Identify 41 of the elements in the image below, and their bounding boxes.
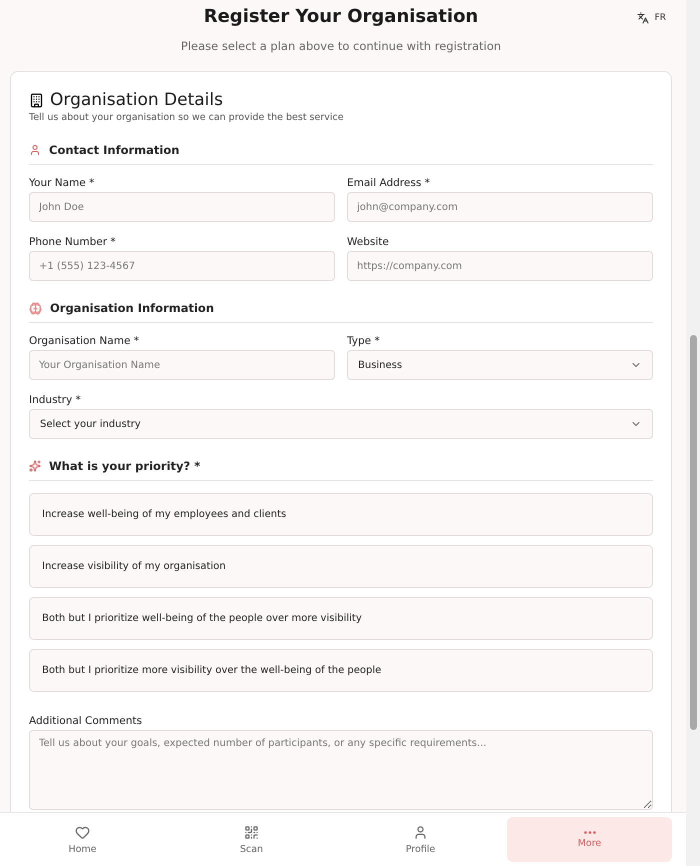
sparkle-icon bbox=[29, 460, 41, 472]
section-title: Organisation Information bbox=[50, 301, 214, 315]
input-field[interactable]: +1 (555) 123-4567 bbox=[29, 251, 335, 281]
field-label: Industry * bbox=[29, 394, 82, 406]
nav-tab[interactable]: Profile bbox=[338, 817, 503, 862]
scrollbar-thumb[interactable] bbox=[690, 335, 696, 730]
page-subtitle: Please select a plan above to continue with registration bbox=[180, 39, 502, 53]
section-title: What is your priority? * bbox=[49, 459, 200, 473]
profile-icon bbox=[413, 824, 428, 840]
language-button[interactable]: FR bbox=[636, 12, 666, 24]
page-title: Register Your Organisation bbox=[204, 6, 478, 27]
field-label: Website bbox=[347, 236, 390, 248]
input-field[interactable]: john@company.com bbox=[347, 192, 653, 222]
input-field[interactable]: Your Organisation Name bbox=[29, 350, 335, 380]
card-subtitle: Tell us about your organisation so we can provide the best service bbox=[29, 112, 345, 123]
field-label: Additional Comments bbox=[29, 715, 143, 727]
more-icon bbox=[584, 830, 596, 834]
priority-option[interactable]: Both but I prioritize more visibility over the well-being of the people bbox=[29, 649, 653, 692]
field-label: Phone Number * bbox=[29, 236, 117, 248]
section-title: Contact Information bbox=[49, 143, 180, 157]
select-field[interactable]: Select your industry bbox=[29, 409, 653, 439]
scrollbar[interactable] bbox=[686, 0, 700, 866]
priority-option[interactable]: Increase visibility of my organisation bbox=[29, 545, 653, 588]
field-label: Email Address * bbox=[347, 177, 431, 189]
person-icon bbox=[29, 144, 41, 156]
nav-tab[interactable]: Home bbox=[0, 817, 165, 862]
brain-icon bbox=[29, 302, 42, 314]
nav-tab[interactable]: Scan bbox=[169, 817, 334, 862]
translate-icon bbox=[636, 12, 649, 24]
field-label: Organisation Name * bbox=[29, 335, 140, 347]
building-icon bbox=[29, 92, 44, 108]
priority-option[interactable]: Increase well-being of my employees and clients bbox=[29, 493, 653, 536]
qr-code-icon bbox=[244, 824, 259, 840]
select-field[interactable]: Business bbox=[347, 350, 653, 380]
priority-option[interactable]: Both but I prioritize well-being of the people over more visibility bbox=[29, 597, 653, 640]
input-field[interactable]: https://company.com bbox=[347, 251, 653, 281]
field-label: Type * bbox=[347, 335, 381, 347]
card-title: Organisation Details bbox=[50, 90, 223, 110]
comments-field[interactable]: Tell us about your goals, expected number of participants, or any specific requirements... bbox=[29, 730, 653, 810]
field-label: Your Name * bbox=[29, 177, 96, 189]
heart-icon bbox=[75, 824, 90, 840]
